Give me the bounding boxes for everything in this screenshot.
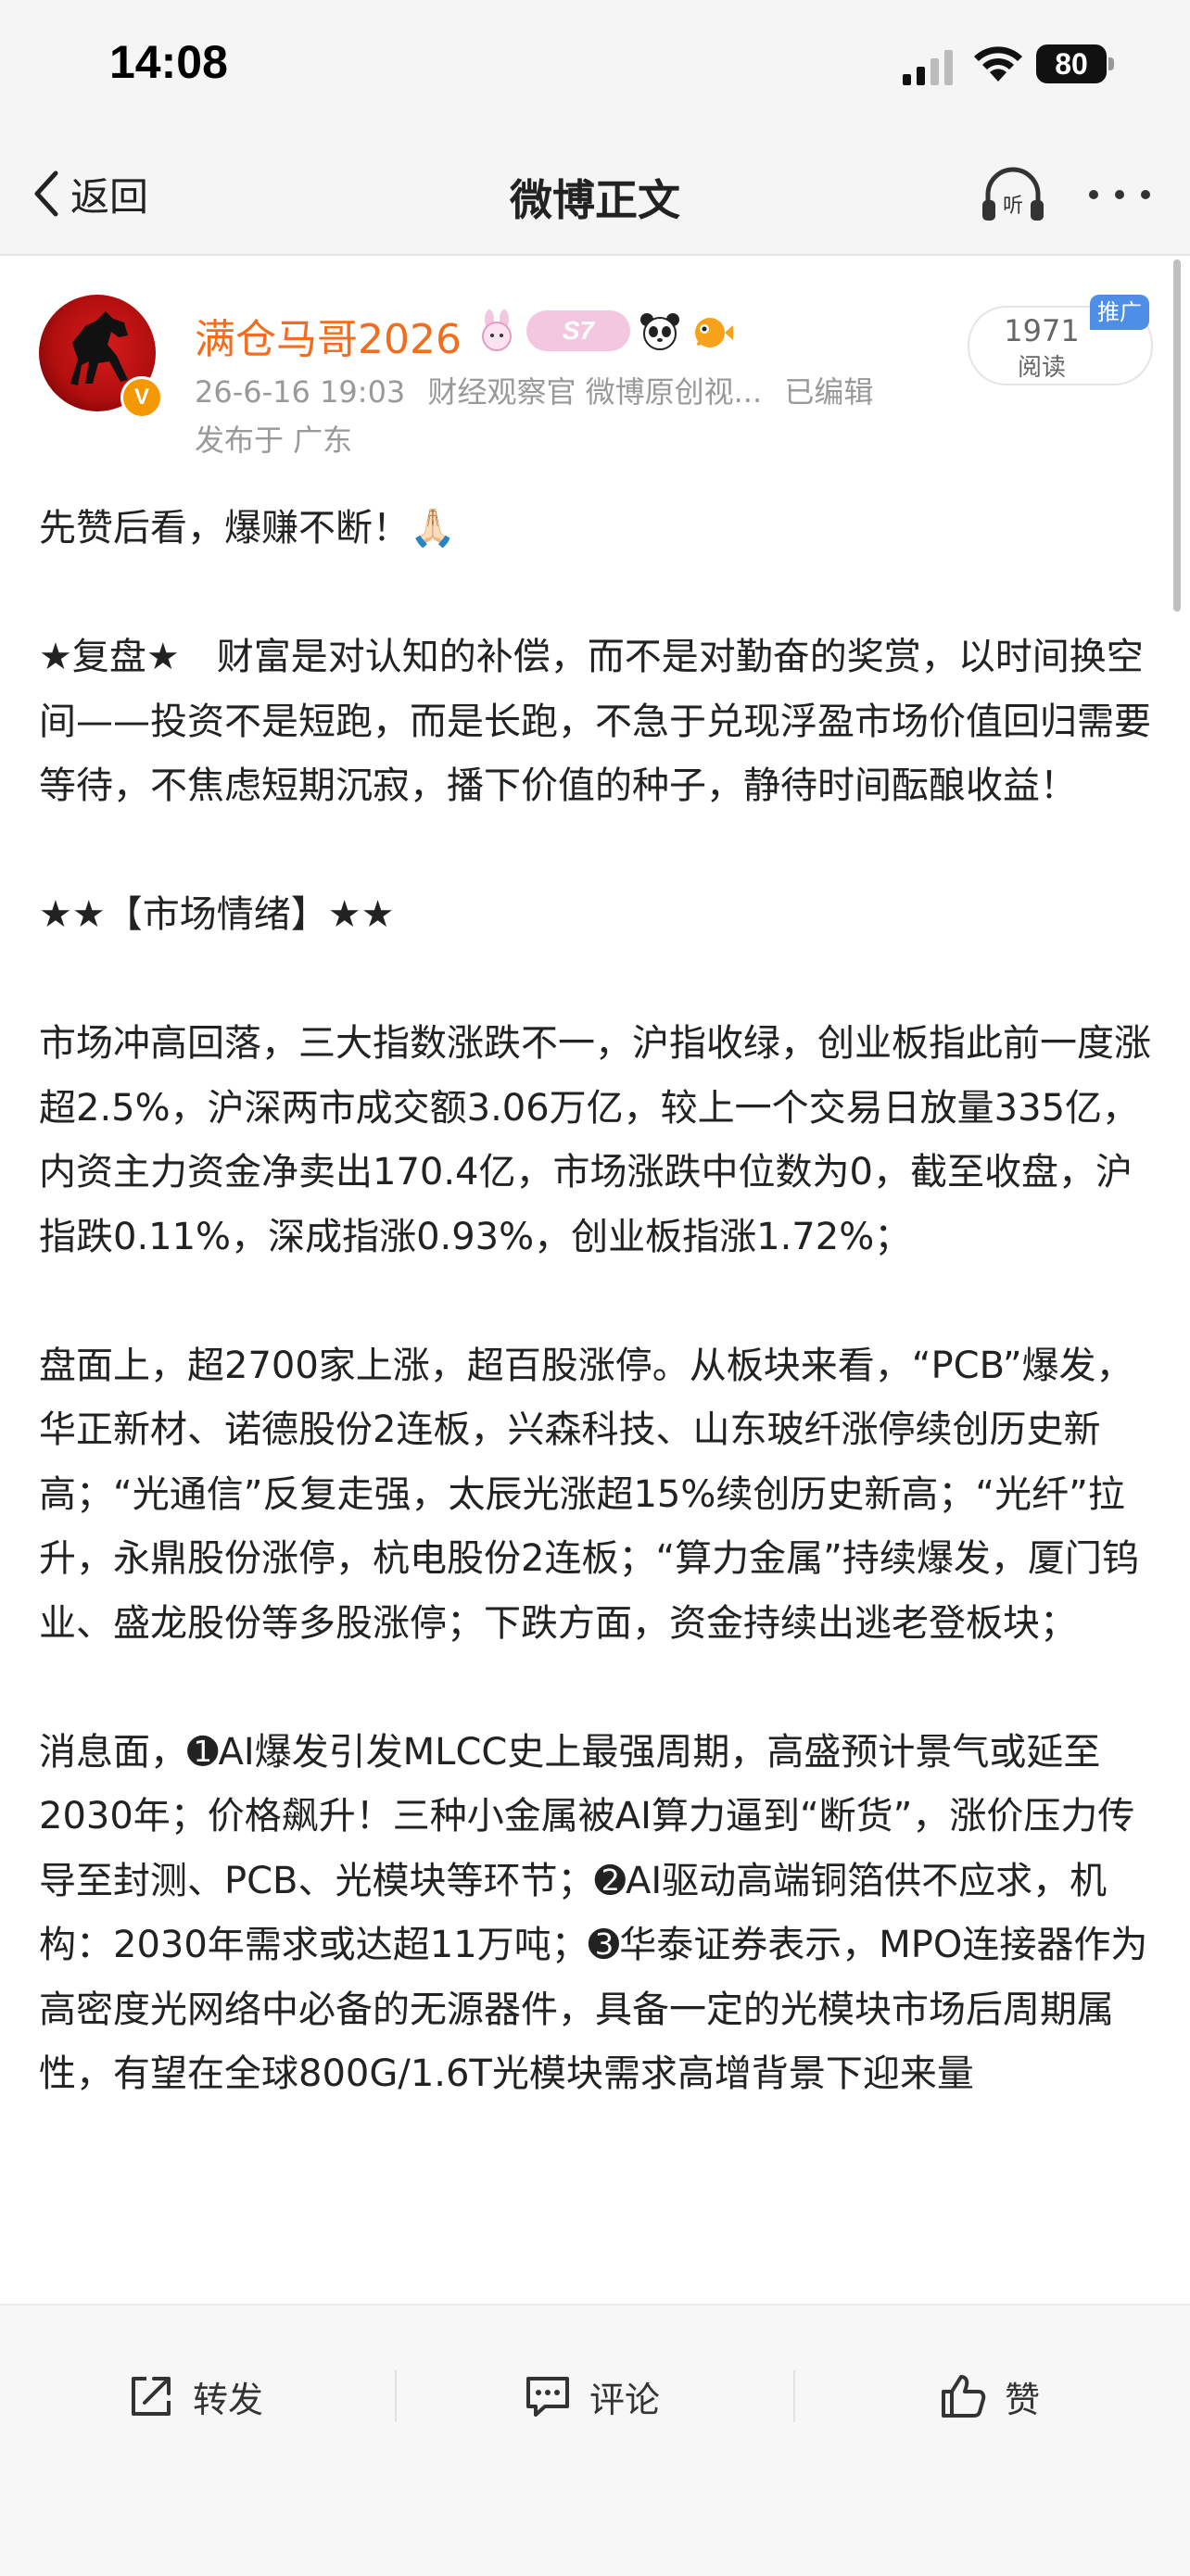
member-level-badge[interactable]: S7 <box>526 310 630 351</box>
wifi-icon <box>974 46 1022 82</box>
status-time: 14:08 <box>109 36 228 88</box>
paragraph: 市场冲高回落，三大指数涨跌不一，沪指收绿，创业板指此前一度涨超2.5%，沪深两市… <box>39 1022 1151 1258</box>
comment-button[interactable]: 评论 <box>523 2359 660 2433</box>
read-label: 阅读 <box>1017 354 1066 382</box>
headphone-listen-icon[interactable]: 听 <box>979 163 1047 228</box>
nav-bar: 返回 微博正文 听 <box>0 139 1190 256</box>
comment-bubble-icon <box>526 2377 569 2417</box>
paragraph: ★★【市场情绪】★★ <box>39 893 395 936</box>
repost-label: 转发 <box>193 2379 264 2420</box>
author-badges: S7 <box>475 308 734 354</box>
like-label: 赞 <box>1005 2379 1041 2420</box>
pufferfish-icon <box>695 318 733 347</box>
cellular-signal-icon <box>903 50 953 85</box>
paragraph: 消息面，➊AI爆发引发MLCC史上最强周期，高盛预计景气或延至2030年；价格飙… <box>39 1730 1148 2096</box>
comment-label: 评论 <box>589 2379 661 2420</box>
author-name[interactable]: 满仓马哥2026 <box>195 306 462 365</box>
battery-tip <box>1108 57 1114 70</box>
svg-text:听: 听 <box>1003 195 1023 218</box>
status-bar: 14:08 80 <box>0 0 1190 139</box>
share-arrow-icon <box>132 2377 171 2416</box>
cartoon-rabbit-icon <box>482 309 512 351</box>
repost-button[interactable]: 转发 <box>126 2359 263 2433</box>
battery-level: 80 <box>1036 44 1107 83</box>
post-location: 发布于 广东 <box>195 423 353 458</box>
panda-icon <box>640 313 679 350</box>
post-datetime: 26-6-16 19:03 <box>195 374 406 410</box>
post-edited[interactable]: 已编辑 <box>784 374 873 410</box>
like-button[interactable]: 赞 <box>938 2359 1040 2433</box>
thumbs-up-icon <box>942 2375 986 2418</box>
paragraph: 先赞后看，爆赚不断！🙏🏻 <box>39 507 456 549</box>
promo-tag[interactable]: 推广 <box>1090 295 1149 330</box>
post-body: 先赞后看，爆赚不断！🙏🏻 ★复盘★ 财富是对认知的补偿，而不是对勤奋的奖赏，以时… <box>39 497 1151 2107</box>
post-meta: 26-6-16 19:03 财经观察官 微博原创视... 已编辑 <box>195 369 886 411</box>
paragraph: 盘面上，超2700家上涨，超百股涨停。从板块来看，“PCB”爆发，华正新材、诺德… <box>39 1344 1139 1645</box>
more-dots-icon[interactable] <box>1086 185 1153 204</box>
verified-badge-icon: V <box>120 376 163 419</box>
divider <box>793 2370 795 2422</box>
scroll-indicator[interactable] <box>1173 259 1181 612</box>
paragraph: ★复盘★ 财富是对认知的补偿，而不是对勤奋的奖赏，以时间换空间——投资不是短跑，… <box>39 636 1151 807</box>
post-source[interactable]: 财经观察官 微博原创视... <box>427 374 762 410</box>
action-bar: 转发 评论 赞 <box>0 2304 1190 2576</box>
divider <box>395 2370 397 2422</box>
